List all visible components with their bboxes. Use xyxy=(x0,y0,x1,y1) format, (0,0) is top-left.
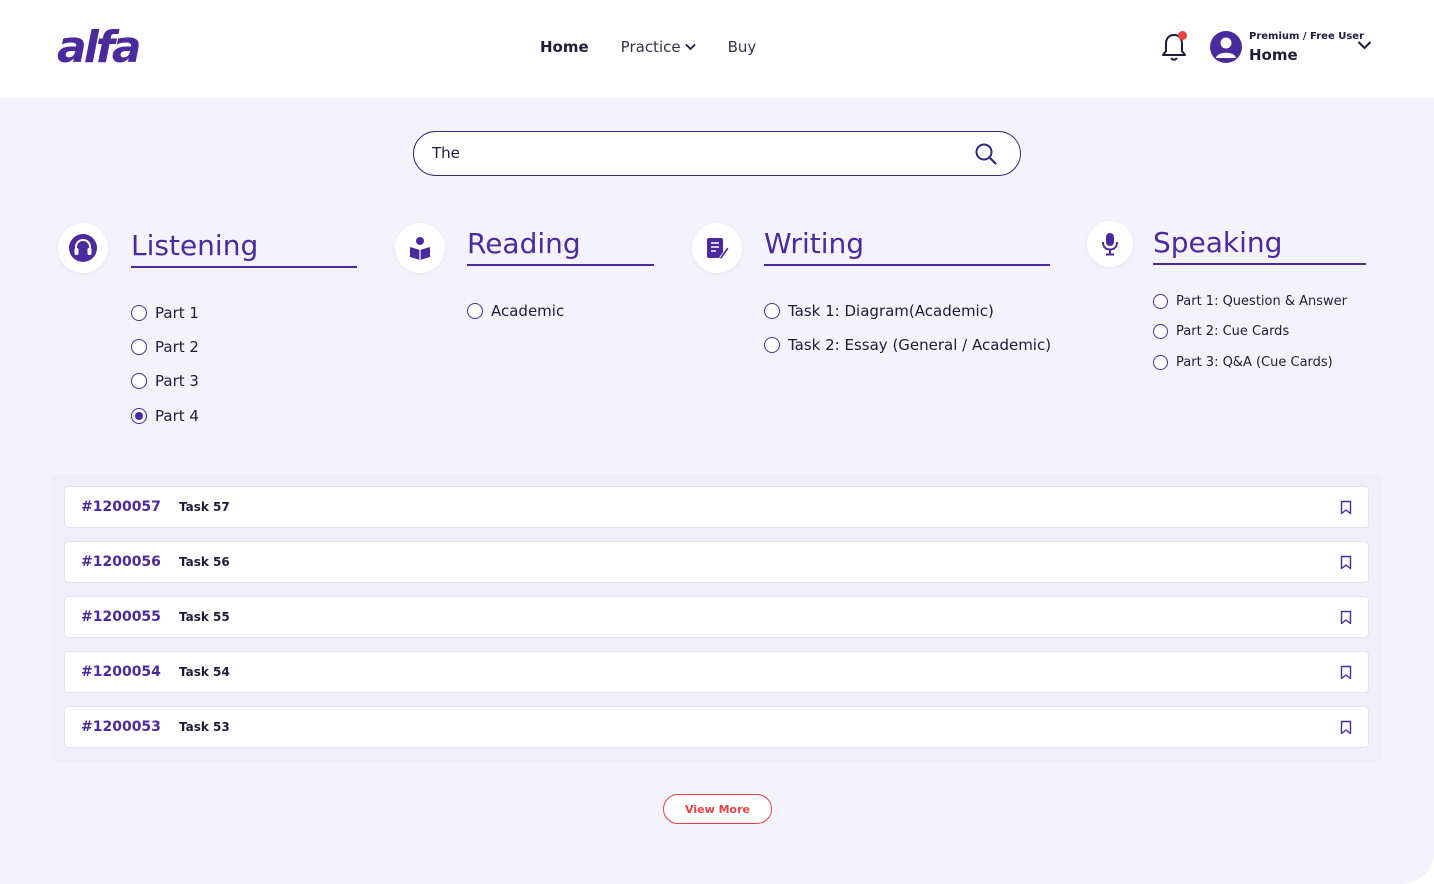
task-row[interactable]: #1200057 Task 57 xyxy=(64,486,1369,528)
reading-category-icon xyxy=(395,223,445,273)
notifications-button[interactable] xyxy=(1160,31,1190,63)
task-row[interactable]: #1200056 Task 56 xyxy=(64,541,1369,583)
search-icon[interactable] xyxy=(974,142,998,166)
speaking-title: Speaking xyxy=(1153,227,1366,265)
task-id: #1200056 xyxy=(81,554,161,570)
radio-button[interactable] xyxy=(131,339,147,355)
nav-home[interactable]: Home xyxy=(540,38,589,56)
writing-option-task-1[interactable]: Task 1: Diagram(Academic) xyxy=(764,302,994,320)
radio-button[interactable] xyxy=(1153,294,1168,309)
user-menu-chevron-icon[interactable] xyxy=(1357,40,1372,50)
task-id: #1200057 xyxy=(81,499,161,515)
writing-category-icon xyxy=(692,223,742,273)
reading-icon xyxy=(410,237,430,260)
bookmark-icon[interactable] xyxy=(1340,720,1352,735)
task-row[interactable]: #1200054 Task 54 xyxy=(64,651,1369,693)
task-name: Task 53 xyxy=(179,720,230,734)
writing-option-task-2[interactable]: Task 2: Essay (General / Academic) xyxy=(764,336,1051,354)
radio-button[interactable] xyxy=(764,303,780,319)
reading-option-academic[interactable]: Academic xyxy=(467,302,564,320)
writing-title: Writing xyxy=(764,228,1050,266)
task-list: #1200057 Task 57 #1200056 Task 56 #12000… xyxy=(52,474,1383,762)
user-avatar[interactable] xyxy=(1210,31,1242,63)
user-name: Home xyxy=(1249,46,1298,64)
listening-title: Listening xyxy=(131,230,357,268)
speaking-option-part-2[interactable]: Part 2: Cue Cards xyxy=(1153,324,1289,339)
search-input[interactable] xyxy=(432,132,972,174)
task-id: #1200054 xyxy=(81,664,161,680)
radio-button[interactable] xyxy=(131,373,147,389)
nav-practice[interactable]: Practice xyxy=(621,38,696,56)
task-name: Task 55 xyxy=(179,610,230,624)
task-name: Task 54 xyxy=(179,665,230,679)
main-nav: Home Practice Buy xyxy=(540,38,788,56)
bookmark-icon[interactable] xyxy=(1340,665,1352,680)
speaking-option-part-1[interactable]: Part 1: Question & Answer xyxy=(1153,294,1347,309)
notification-badge xyxy=(1178,31,1187,40)
task-id: #1200055 xyxy=(81,609,161,625)
task-row[interactable]: #1200053 Task 53 xyxy=(64,706,1369,748)
chevron-down-icon xyxy=(684,43,696,51)
listening-category-icon xyxy=(58,223,108,273)
listening-option-part-4[interactable]: Part 4 xyxy=(131,407,199,425)
listening-option-part-2[interactable]: Part 2 xyxy=(131,338,199,356)
user-icon xyxy=(1216,37,1236,58)
radio-button-selected[interactable] xyxy=(131,408,147,424)
radio-button[interactable] xyxy=(764,337,780,353)
view-more-button[interactable]: View More xyxy=(663,794,772,824)
speaking-option-part-3[interactable]: Part 3: Q&A (Cue Cards) xyxy=(1153,355,1333,370)
user-tier-label: Premium / Free User xyxy=(1249,31,1364,42)
radio-button[interactable] xyxy=(131,305,147,321)
radio-button[interactable] xyxy=(1153,355,1168,370)
task-row[interactable]: #1200055 Task 55 xyxy=(64,596,1369,638)
microphone-icon xyxy=(1102,233,1118,256)
listening-option-part-3[interactable]: Part 3 xyxy=(131,372,199,390)
main-content: Listening Part 1 Part 2 Part 3 Part 4 Re… xyxy=(0,98,1434,884)
alfa-logo[interactable]: alfa xyxy=(57,26,142,70)
search-bar xyxy=(413,131,1021,176)
bookmark-icon[interactable] xyxy=(1340,610,1352,625)
reading-title: Reading xyxy=(467,228,654,266)
bookmark-icon[interactable] xyxy=(1340,500,1352,515)
bookmark-icon[interactable] xyxy=(1340,555,1352,570)
top-header: alfa Home Practice Buy Premium / Free Us… xyxy=(0,0,1434,98)
radio-button[interactable] xyxy=(1153,324,1168,339)
speaking-category-icon xyxy=(1087,221,1133,267)
radio-button[interactable] xyxy=(467,303,483,319)
task-name: Task 56 xyxy=(179,555,230,569)
nav-buy[interactable]: Buy xyxy=(728,38,757,56)
listening-option-part-1[interactable]: Part 1 xyxy=(131,304,199,322)
headphones-icon xyxy=(69,234,97,262)
writing-icon xyxy=(707,238,730,260)
task-name: Task 57 xyxy=(179,500,230,514)
task-id: #1200053 xyxy=(81,719,161,735)
